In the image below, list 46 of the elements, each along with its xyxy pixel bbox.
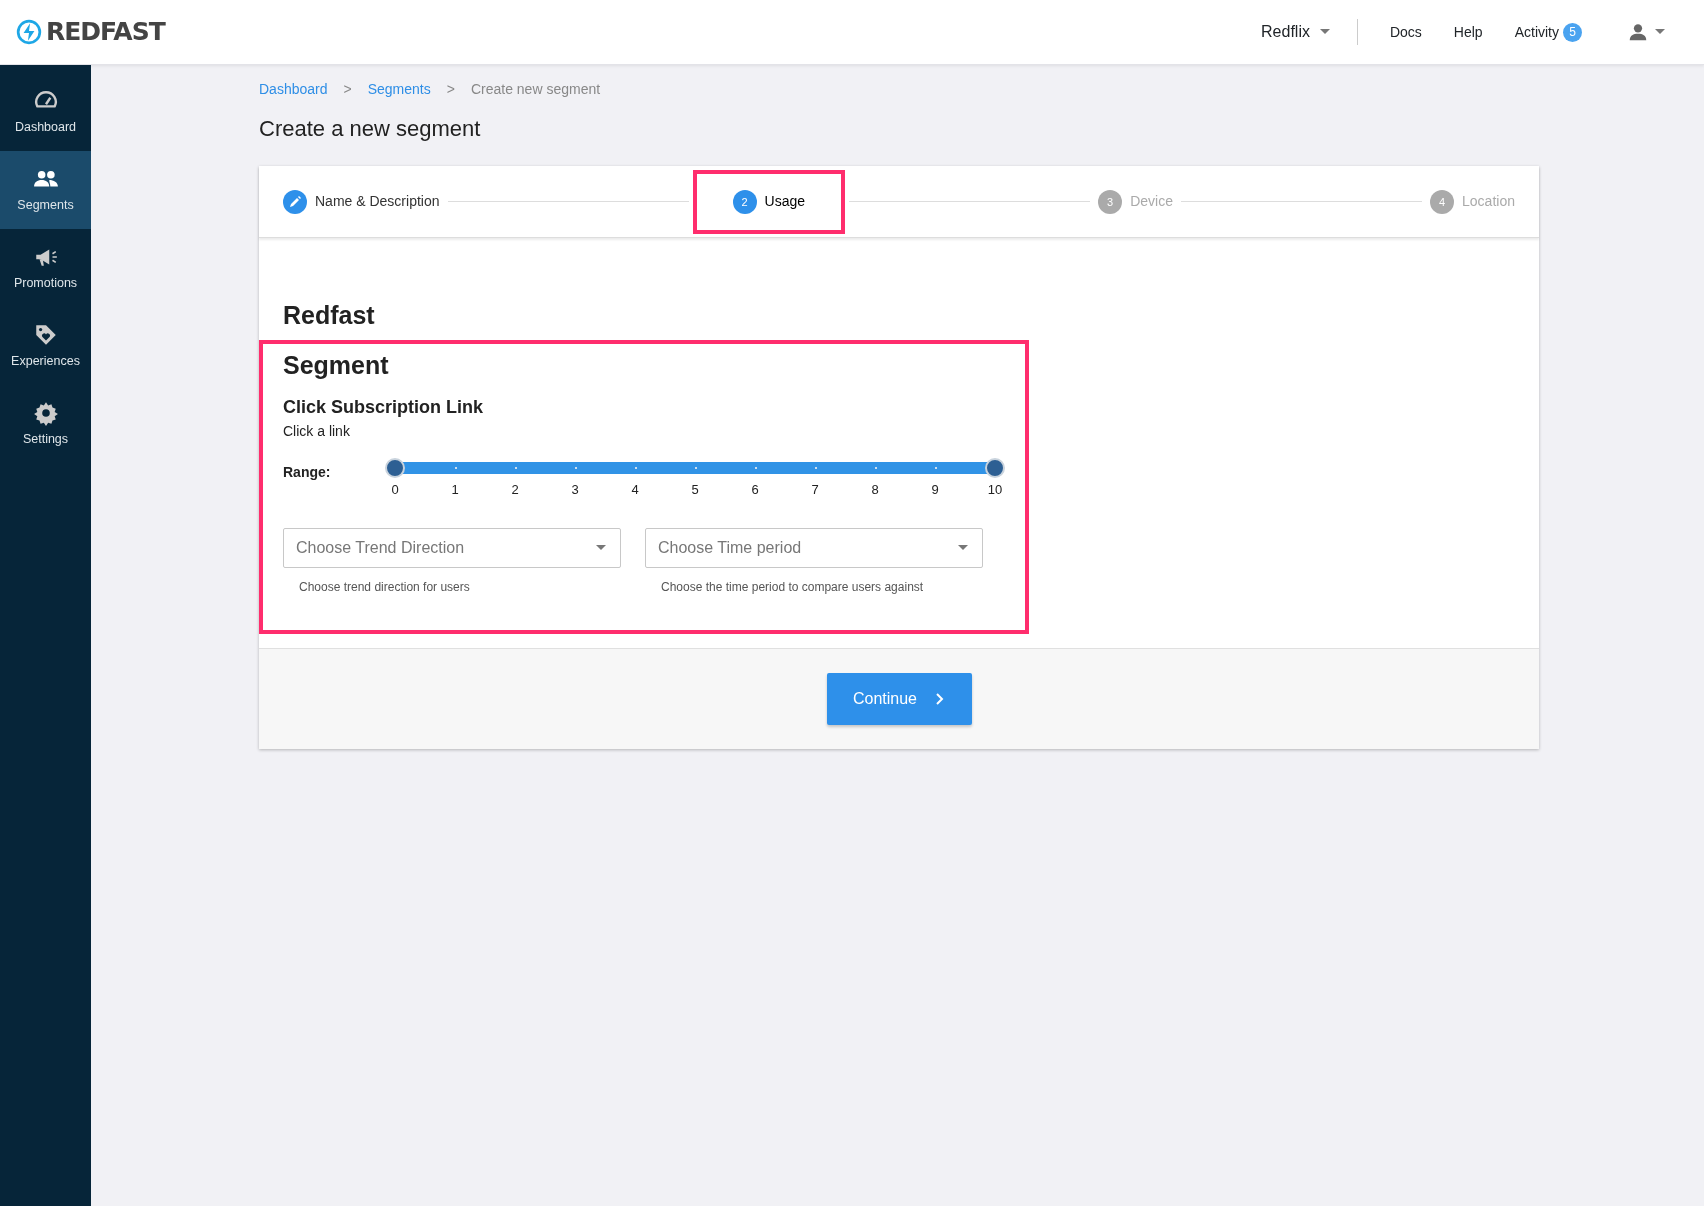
slider-handle[interactable] xyxy=(985,458,1005,479)
tick-label: 8 xyxy=(871,481,879,500)
tick-label: 9 xyxy=(931,481,939,500)
tick-label: 7 xyxy=(811,481,819,500)
nav-link[interactable]: Help xyxy=(1453,21,1483,43)
sidebar-item[interactable]: Dashboard xyxy=(0,73,91,151)
tick-label: 1 xyxy=(451,481,459,500)
select-field[interactable]: Choose Trend Direction xyxy=(283,528,621,569)
step-tab[interactable]: 2 Usage xyxy=(696,173,842,230)
breadcrumb-separator: > xyxy=(446,80,455,99)
tick-label: 6 xyxy=(751,481,759,500)
field-hint: Choose trend direction for users xyxy=(298,579,471,597)
nav-link[interactable]: Docs xyxy=(1389,21,1422,43)
tick-label: 5 xyxy=(691,481,699,500)
bolt-logo-icon xyxy=(16,19,42,45)
range-label: Range: xyxy=(283,463,332,483)
section-title: Segment xyxy=(283,350,390,381)
tick-label: 3 xyxy=(571,481,579,500)
brand-logo-text: REDFAST xyxy=(46,16,165,49)
organization-title: Redfast xyxy=(283,300,376,331)
page-title: Create a new segment xyxy=(259,116,482,143)
step-tab[interactable]: Name & Description xyxy=(283,189,440,214)
step-number: 2 xyxy=(732,189,757,214)
step-number: 3 xyxy=(1098,189,1123,214)
slider-handle[interactable] xyxy=(385,458,405,479)
sidebar-item[interactable]: Experiences xyxy=(0,307,91,385)
account-dropdown[interactable]: Redflix xyxy=(1252,13,1341,51)
sidebar-item[interactable]: Settings xyxy=(0,385,91,463)
rule-description: Click a link xyxy=(283,422,351,442)
select-field[interactable]: Choose Time period xyxy=(645,528,983,569)
tick-label: 0 xyxy=(391,481,399,500)
tick-label: 10 xyxy=(987,481,1003,500)
field-hint: Choose the time period to compare users against xyxy=(660,579,925,597)
chevron-right-icon xyxy=(933,692,945,707)
tick-label: 4 xyxy=(631,481,639,500)
breadcrumb-current: Create new segment xyxy=(470,80,601,99)
user-icon xyxy=(1627,21,1649,43)
step-number: 4 xyxy=(1430,189,1455,214)
sidebar-item[interactable]: Promotions xyxy=(0,229,91,307)
tick-label: 2 xyxy=(511,481,519,500)
range-slider[interactable] xyxy=(385,458,1005,479)
sidebar-item[interactable]: Segments xyxy=(0,151,91,229)
count-badge: 5 xyxy=(1563,22,1582,42)
activity-link[interactable]: Activity 5 xyxy=(1514,21,1582,43)
breadcrumb-separator: > xyxy=(343,80,352,99)
rule-title: Click Subscription Link xyxy=(283,396,485,420)
